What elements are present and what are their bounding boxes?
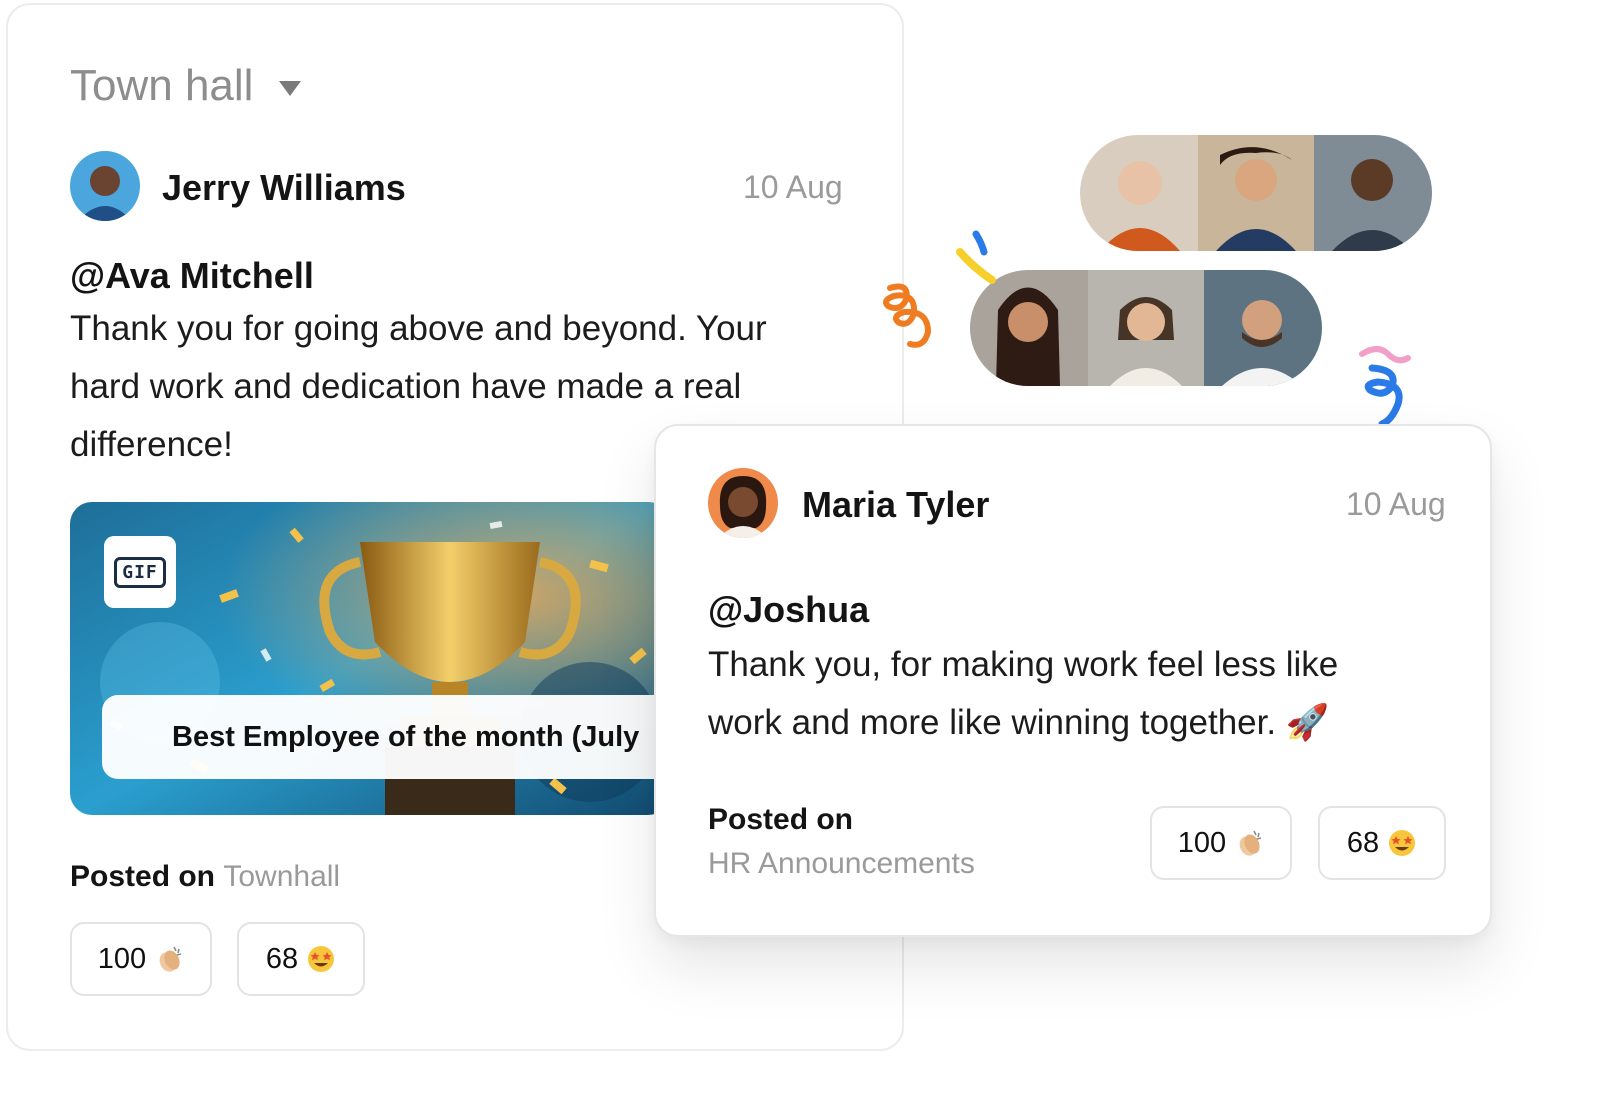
mention[interactable]: @Joshua <box>708 589 869 631</box>
clapping-hands-icon <box>1239 830 1262 856</box>
reaction-count: 68 <box>1346 826 1380 859</box>
message-line: Thank you, for making work feel less lik… <box>708 645 1339 684</box>
post-card-maria: Maria Tyler 10 Aug @Joshua Thank you, fo… <box>654 424 1492 937</box>
confetti-pink-blue <box>1359 346 1411 426</box>
message-line: work and more like winning together. 🚀 <box>708 703 1330 742</box>
caret-down-icon <box>279 80 302 96</box>
posted-on-label: Posted on <box>708 803 854 836</box>
confetti-orange <box>883 283 932 348</box>
message-line: difference! <box>70 425 233 464</box>
posted-on-channel[interactable]: Townhall <box>223 860 340 893</box>
reaction-clap[interactable]: 100 <box>1150 806 1292 880</box>
avatar-maria-image <box>708 468 778 538</box>
post-date: 10 Aug <box>743 169 843 205</box>
confetti-blue-yellow <box>956 230 996 284</box>
posted-on-label: Posted on <box>70 860 216 893</box>
channel-selector[interactable]: Town hall <box>70 61 302 111</box>
reaction-starstruck[interactable]: 68 <box>237 922 365 996</box>
gif-badge: GIF <box>104 536 176 608</box>
channel-name: Town hall <box>70 61 254 110</box>
star-struck-face-icon <box>1389 830 1416 856</box>
team-photos-bottom <box>970 270 1322 386</box>
gif-caption: Best Employee of the month (July <box>102 695 670 779</box>
author-name[interactable]: Jerry Williams <box>162 167 406 209</box>
avatar[interactable] <box>70 151 140 221</box>
author-name[interactable]: Maria Tyler <box>802 484 989 526</box>
clapping-hands-icon <box>159 946 182 972</box>
reaction-starstruck[interactable]: 68 <box>1318 806 1446 880</box>
reaction-count: 100 <box>1177 826 1227 859</box>
posted-on-channel[interactable]: HR Announcements <box>708 847 975 880</box>
gif-icon: GIF <box>114 556 166 588</box>
posted-on: Posted on Townhall <box>70 860 340 894</box>
avatar[interactable] <box>708 468 778 538</box>
posted-on: Posted on HR Announcements <box>708 798 975 886</box>
message-line: Thank you for going above and beyond. Yo… <box>70 309 767 348</box>
mention[interactable]: @Ava Mitchell <box>70 255 314 297</box>
reaction-count: 68 <box>265 942 299 975</box>
message-line: hard work and dedication have made a rea… <box>70 367 742 406</box>
avatar-jerry-image <box>70 151 140 221</box>
gif-attachment[interactable]: GIF Best Employee of the month (July <box>70 502 670 815</box>
reaction-clap[interactable]: 100 <box>70 922 212 996</box>
star-struck-face-icon <box>308 946 335 972</box>
team-photos-top <box>1080 135 1432 251</box>
post-message: Thank you, for making work feel less lik… <box>708 636 1448 752</box>
post-date: 10 Aug <box>1346 486 1446 522</box>
reaction-count: 100 <box>97 942 147 975</box>
